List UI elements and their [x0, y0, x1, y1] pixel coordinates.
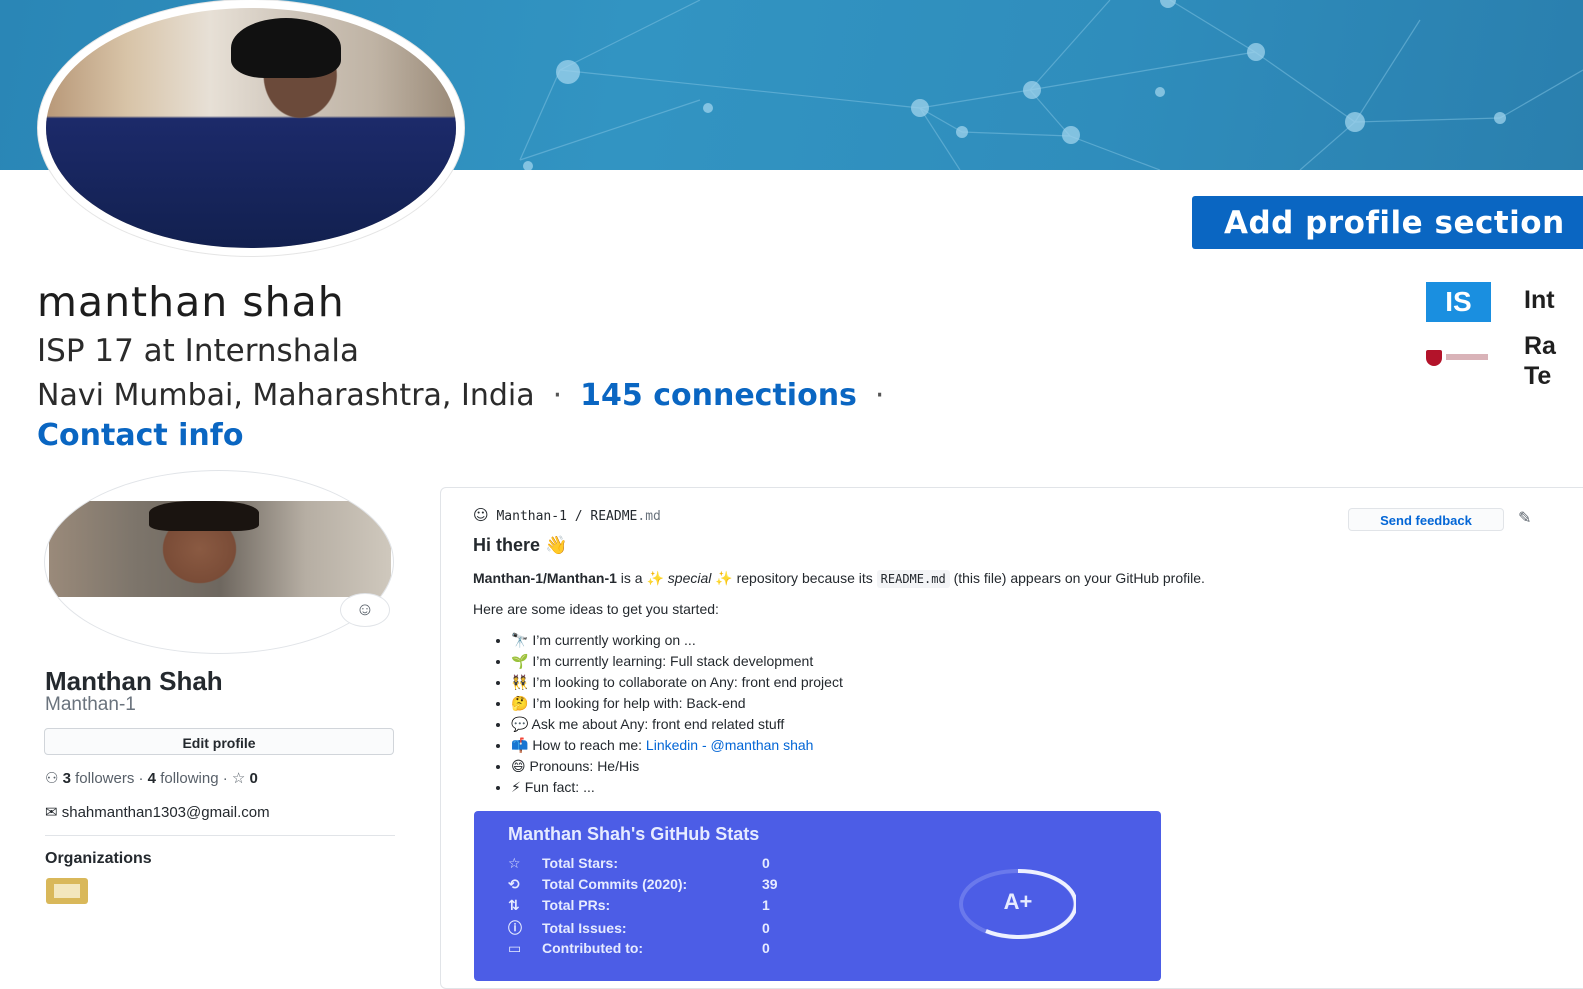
repo-icon: ▭ — [508, 940, 522, 956]
profile-name: manthan shah — [37, 278, 345, 326]
followers-label[interactable]: followers — [75, 770, 134, 787]
intro-text: (this file) appears on your GitHub profi… — [949, 570, 1205, 586]
stat-value: 0 — [762, 855, 770, 871]
stat-value: 0 — [762, 940, 770, 956]
profile-location: Navi Mumbai, Maharashtra, India — [37, 378, 535, 413]
email-row: ✉ shahmanthan1303@gmail.com — [45, 803, 270, 821]
star-icon: ☆ — [508, 855, 521, 871]
github-display-name: Manthan Shah — [45, 666, 223, 696]
list-item: ⚡ Fun fact: ... — [511, 777, 843, 798]
list-item: 💬 Ask me about Any: front end related st… — [511, 714, 843, 735]
stat-label: Total Issues: — [542, 920, 627, 936]
intro-code: README.md — [876, 570, 950, 588]
people-icon: ⚇ — [45, 770, 59, 787]
github-avatar[interactable] — [44, 470, 394, 654]
add-profile-section-button[interactable]: Add profile section — [1192, 196, 1583, 249]
profile-headline: ISP 17 at Internshala — [37, 333, 359, 369]
file-extension: .md — [637, 509, 661, 524]
list-item: 🔭 I’m currently working on ... — [511, 630, 843, 651]
email-link[interactable]: shahmanthan1303@gmail.com — [62, 804, 270, 821]
org-avatar-detail — [54, 884, 80, 898]
stat-label: Total Stars: — [542, 855, 618, 871]
history-icon: ⟲ — [508, 876, 520, 892]
intro-text: is a ✨ — [616, 570, 668, 586]
file-name: README — [590, 509, 638, 524]
pull-request-icon: ⇅ — [508, 897, 520, 913]
star-icon[interactable]: ☆ — [232, 770, 245, 787]
following-count[interactable]: 4 — [148, 770, 156, 787]
experience-company-logo[interactable]: IS — [1426, 282, 1491, 322]
readme-file-link[interactable]: README.md — [590, 509, 660, 524]
list-item: 👯 I’m looking to collaborate on Any: fro… — [511, 672, 843, 693]
experience-company-name[interactable]: Int — [1524, 286, 1555, 315]
issue-icon: ⓘ — [508, 920, 522, 936]
separator-dot: · — [222, 770, 232, 787]
repo-name: Manthan-1/Manthan-1 — [473, 570, 617, 586]
shield-icon — [1426, 350, 1442, 366]
stat-value: 1 — [762, 897, 770, 913]
education-school-name-line2: Te — [1524, 362, 1552, 390]
stat-label: Contributed to: — [542, 940, 644, 956]
connections-link[interactable]: 145 connections — [580, 378, 857, 413]
edit-profile-button[interactable]: Edit profile — [44, 728, 394, 755]
stat-row: ☆ Total Stars: 0 — [508, 855, 770, 875]
rank-grade: A+ — [1003, 889, 1033, 914]
readme-owner-link[interactable]: Manthan-1 — [496, 509, 566, 524]
stat-value: 0 — [762, 920, 770, 936]
education-school-logo[interactable] — [1426, 348, 1490, 368]
intro-text: ✨ repository because its — [711, 570, 877, 586]
pencil-icon[interactable]: ✎ — [1518, 508, 1531, 528]
stat-row: ▭ Contributed to: 0 — [508, 940, 770, 960]
organization-avatar[interactable] — [46, 878, 88, 904]
followers-count[interactable]: 3 — [63, 770, 71, 787]
send-feedback-button[interactable]: Send feedback — [1348, 508, 1504, 531]
separator-dot: · — [552, 378, 563, 413]
following-label[interactable]: following — [160, 770, 218, 787]
stat-label: Total Commits (2020): — [542, 876, 688, 892]
linkedin-link[interactable]: Linkedin - @manthan shah — [646, 737, 814, 753]
school-logo-text — [1446, 354, 1488, 360]
separator-dot: · — [874, 378, 885, 413]
stat-value: 39 — [762, 876, 778, 892]
path-separator: / — [574, 509, 583, 524]
stat-row: ⟲ Total Commits (2020): 39 — [508, 876, 778, 896]
separator-dot: · — [138, 770, 148, 787]
list-item: 🤔 I’m looking for help with: Back-end — [511, 693, 843, 714]
profile-location-row: Navi Mumbai, Maharashtra, India · 145 conn… — [37, 378, 902, 413]
stars-count[interactable]: 0 — [250, 770, 258, 787]
contact-info-link[interactable]: Contact info — [37, 418, 243, 453]
divider — [45, 835, 395, 836]
readme-breadcrumb: ☺ Manthan-1 / README.md — [473, 506, 661, 524]
mail-icon: ✉ — [45, 804, 58, 821]
reach-text: 📫 How to reach me: — [511, 737, 646, 753]
readme-heading: Hi there 👋 — [473, 535, 568, 555]
readme-list: 🔭 I’m currently working on ... 🌱 I’m cur… — [473, 630, 843, 798]
education-school-name[interactable]: Ra — [1524, 332, 1556, 361]
stat-row: ⓘ Total Issues: 0 — [508, 918, 770, 938]
list-item: 😄 Pronouns: He/His — [511, 756, 843, 777]
avatar-image — [49, 501, 391, 597]
list-item: 🌱 I’m currently learning: Full stack dev… — [511, 651, 843, 672]
intro-emphasis: special — [667, 570, 712, 586]
readme-ideas: Here are some ideas to get you started: — [473, 601, 719, 617]
stat-label: Total PRs: — [542, 897, 611, 913]
follow-stats: ⚇ 3 followers · 4 following · ☆ 0 — [45, 769, 258, 787]
stats-title: Manthan Shah's GitHub Stats — [508, 824, 760, 844]
set-status-smiley-icon[interactable]: ☺ — [340, 593, 390, 627]
linkedin-profile-photo[interactable] — [38, 0, 464, 256]
github-username: Manthan-1 — [45, 694, 136, 715]
photo-detail — [149, 501, 259, 531]
organizations-heading: Organizations — [45, 850, 152, 867]
stat-row: ⇅ Total PRs: 1 — [508, 897, 770, 917]
readme-intro: Manthan-1/Manthan-1 is a ✨ special ✨ rep… — [473, 570, 1205, 588]
smiley-icon: ☺ — [473, 506, 489, 524]
photo-detail — [230, 17, 341, 78]
list-item: 📫 How to reach me: Linkedin - @manthan s… — [511, 735, 843, 756]
